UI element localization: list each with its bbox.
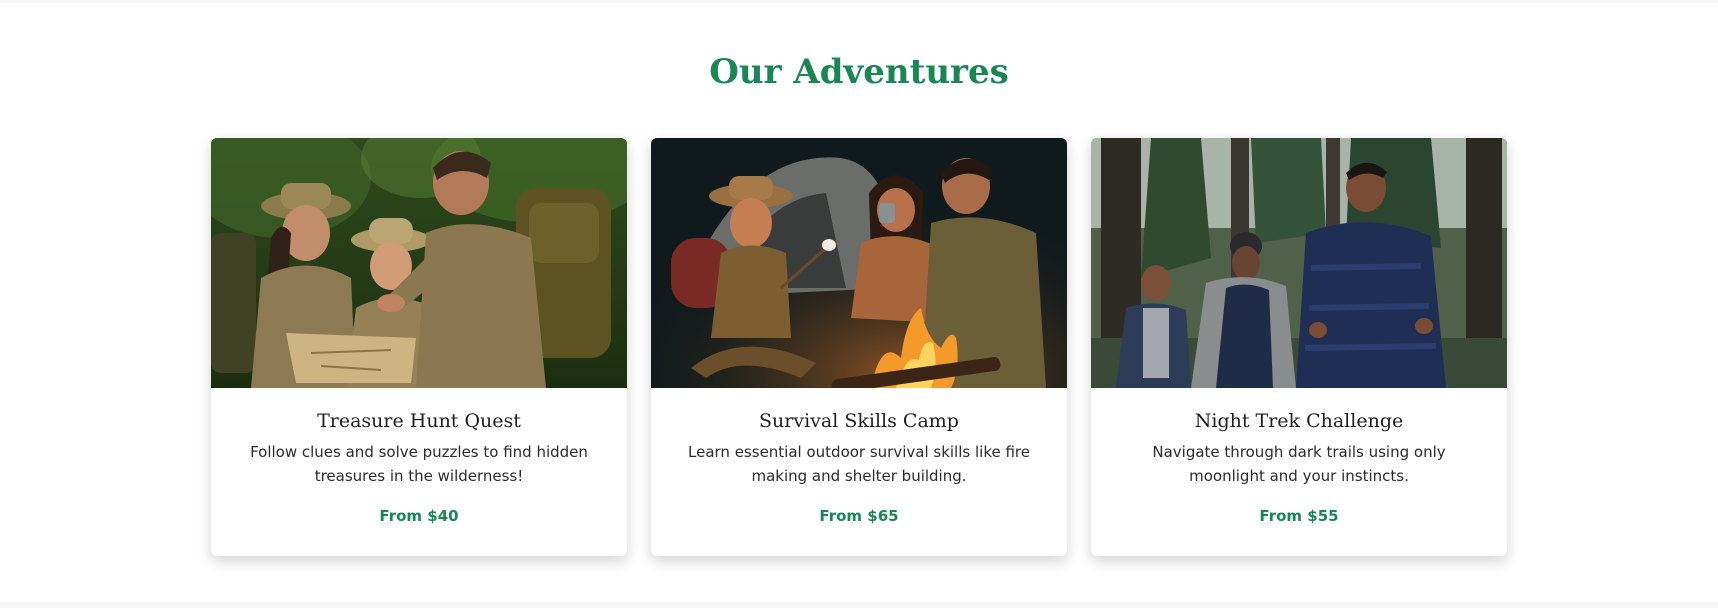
card-image-survival-skills — [651, 138, 1067, 388]
card-price: From $55 — [1259, 507, 1339, 525]
card-image-treasure-hunt — [211, 138, 627, 388]
card-image-night-trek — [1091, 138, 1507, 388]
section-title: Our Adventures — [709, 52, 1009, 92]
card-title: Treasure Hunt Quest — [317, 410, 521, 432]
card-description: Learn essential outdoor survival skills … — [688, 443, 1030, 485]
card-description: Navigate through dark trails using only … — [1152, 443, 1446, 485]
adventure-card-night-trek[interactable]: Night Trek Challenge Navigate through da… — [1091, 138, 1507, 556]
card-price: From $40 — [379, 507, 459, 525]
card-title: Night Trek Challenge — [1194, 410, 1404, 432]
card-title: Survival Skills Camp — [759, 410, 959, 432]
card-price: From $65 — [819, 507, 899, 525]
adventure-card-treasure-hunt[interactable]: Treasure Hunt Quest Follow clues and sol… — [211, 138, 627, 556]
card-description: Follow clues and solve puzzles to find h… — [250, 443, 588, 485]
adventure-card-survival-skills[interactable]: Survival Skills Camp Learn essential out… — [651, 138, 1067, 556]
adventures-section: Our Adventures Treasure Hunt Quest Follo… — [0, 3, 1718, 602]
